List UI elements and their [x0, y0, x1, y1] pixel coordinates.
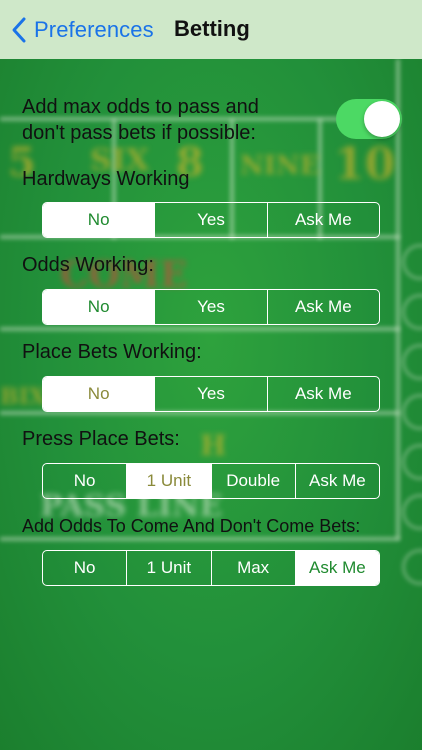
odds-option-ask-me[interactable]: Ask Me	[266, 290, 379, 324]
max-odds-toggle[interactable]	[336, 99, 402, 139]
max-odds-label-line2: don't pass bets if possible:	[22, 122, 256, 144]
back-button-label: Preferences	[34, 17, 154, 42]
press-place-bets-label: Press Place Bets:	[22, 428, 180, 450]
page-title: Betting	[174, 16, 250, 41]
come-odds-option-max[interactable]: Max	[210, 551, 295, 585]
press-option-ask-me[interactable]: Ask Me	[294, 464, 379, 498]
press-option-double[interactable]: Double	[210, 464, 295, 498]
odds-option-no[interactable]: No	[43, 290, 155, 324]
come-odds-label: Add Odds To Come And Don't Come Bets:	[22, 516, 361, 536]
press-place-bets-segmented-control: No 1 Unit Double Ask Me	[42, 463, 380, 499]
place-option-no[interactable]: No	[43, 377, 155, 411]
place-option-yes[interactable]: Yes	[154, 377, 266, 411]
hardways-option-ask-me[interactable]: Ask Me	[266, 203, 379, 237]
toggle-knob	[364, 101, 400, 137]
come-odds-segmented-control: No 1 Unit Max Ask Me	[42, 550, 380, 586]
place-bets-segmented-control: No Yes Ask Me	[42, 376, 380, 412]
place-bets-label: Place Bets Working:	[22, 341, 202, 363]
press-option-1-unit[interactable]: 1 Unit	[126, 464, 211, 498]
hardways-segmented-control: No Yes Ask Me	[42, 202, 380, 238]
come-odds-option-ask-me[interactable]: Ask Me	[294, 551, 379, 585]
come-odds-option-1-unit[interactable]: 1 Unit	[126, 551, 210, 585]
odds-option-yes[interactable]: Yes	[154, 290, 266, 324]
come-odds-option-no[interactable]: No	[43, 551, 126, 585]
press-option-no[interactable]: No	[43, 464, 126, 498]
max-odds-label-line1: Add max odds to pass and	[22, 96, 259, 118]
hardways-option-yes[interactable]: Yes	[154, 203, 266, 237]
hardways-label: Hardways Working	[22, 168, 190, 190]
place-option-ask-me[interactable]: Ask Me	[266, 377, 379, 411]
odds-working-segmented-control: No Yes Ask Me	[42, 289, 380, 325]
odds-working-label: Odds Working:	[22, 254, 154, 276]
navigation-bar: Preferences Betting	[0, 0, 422, 60]
chevron-left-icon	[12, 17, 26, 43]
back-button[interactable]: Preferences	[10, 14, 154, 46]
hardways-option-no[interactable]: No	[43, 203, 155, 237]
